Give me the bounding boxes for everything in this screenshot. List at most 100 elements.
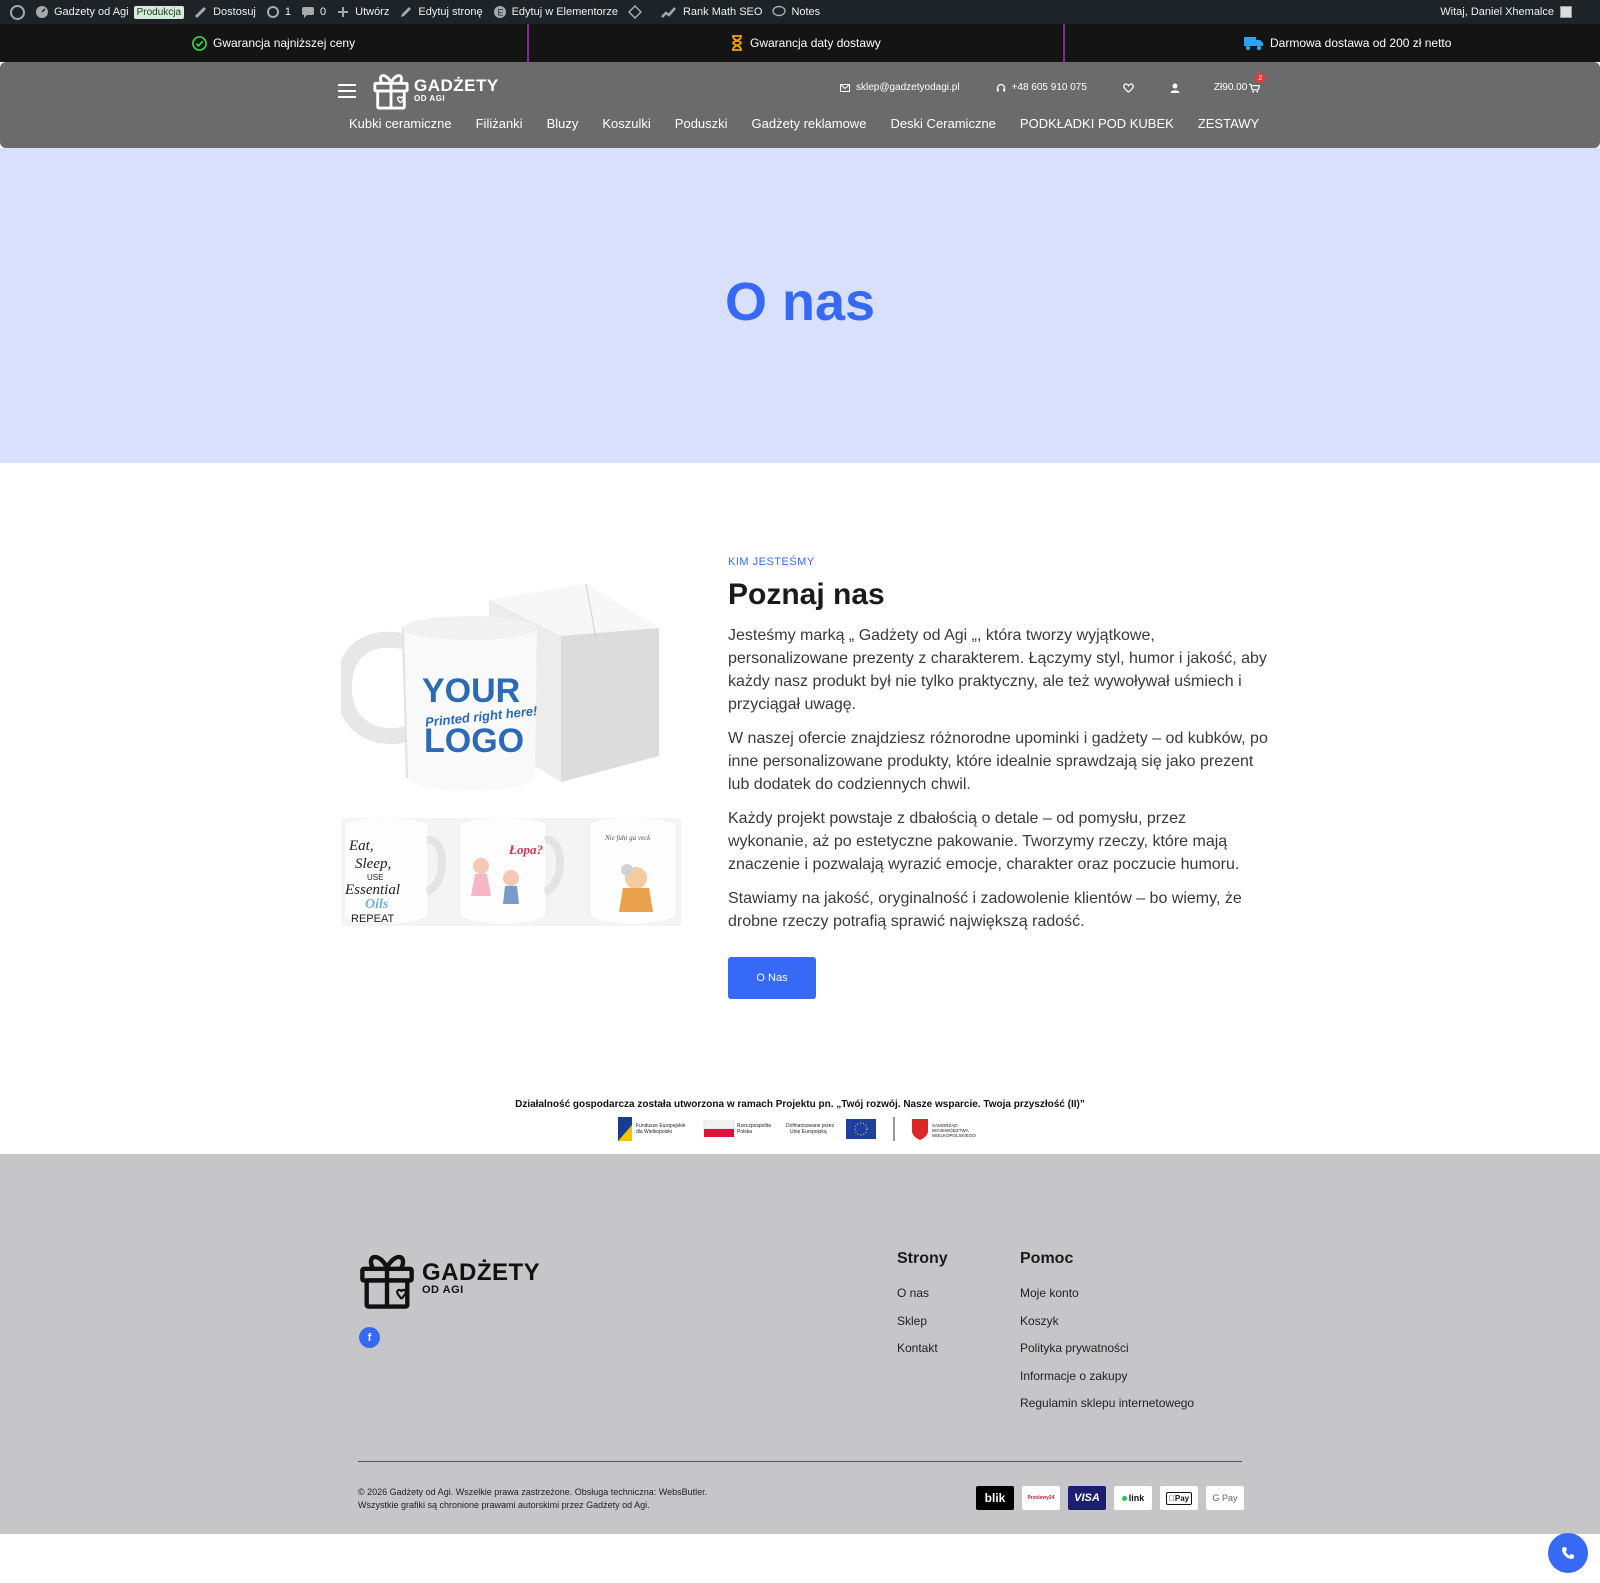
svg-text:Łopa?: Łopa? bbox=[508, 842, 543, 857]
cart-total: Zł90.00 bbox=[1213, 82, 1248, 93]
account-button[interactable] bbox=[1170, 83, 1180, 93]
footer-link-koszyk[interactable]: Koszyk bbox=[1020, 1312, 1194, 1340]
footer-link-regulamin[interactable]: Regulamin sklepu internetowego bbox=[1020, 1394, 1194, 1422]
avatar bbox=[1560, 6, 1572, 18]
updates-link[interactable]: 1 bbox=[261, 0, 296, 24]
footer-logo[interactable]: GADŻETY OD AGI bbox=[358, 1248, 540, 1310]
fundusze-europejskie-logo: Fundusze Europejskie dla Wielkopolski bbox=[618, 1117, 686, 1141]
site-name-link[interactable]: Gadzety od Agi Produkcja bbox=[30, 0, 189, 24]
nav-item-bluzy[interactable]: Bluzy bbox=[547, 116, 579, 131]
site-logo[interactable]: GADŻETY OD AGI bbox=[372, 70, 499, 110]
call-button[interactable] bbox=[1548, 1533, 1588, 1573]
gift-logo-icon bbox=[373, 74, 409, 110]
dashboard-icon bbox=[36, 6, 48, 18]
rank-math-label: Rank Math SEO bbox=[682, 6, 763, 18]
site-name-label: Gadzety od Agi bbox=[54, 6, 129, 18]
rank-math-link[interactable]: Rank Math SEO bbox=[655, 0, 767, 24]
link-icon: link bbox=[1114, 1486, 1152, 1510]
site-footer: GADŻETY OD AGI f Strony O nas Sklep Kont… bbox=[0, 1154, 1600, 1534]
mug-text-your: YOUR bbox=[422, 672, 520, 710]
site-header: GADŻETY OD AGI sklep@gadzetyodagi.pl +48… bbox=[0, 62, 1600, 148]
customize-link[interactable]: Dostosuj bbox=[189, 0, 261, 24]
eu-flag-logo: Dofinansowane przez Unię Europejską bbox=[786, 1119, 876, 1139]
footer-link-kontakt[interactable]: Kontakt bbox=[897, 1339, 948, 1367]
footer-link-polityka[interactable]: Polityka prywatności bbox=[1020, 1339, 1194, 1367]
o-nas-button[interactable]: O Nas bbox=[728, 957, 816, 999]
svg-text:USE: USE bbox=[367, 873, 383, 882]
diamond-menu[interactable] bbox=[623, 0, 647, 24]
apple-pay-label: Pay bbox=[1171, 1493, 1189, 1503]
wp-admin-bar: Gadzety od Agi Produkcja Dostosuj 1 0 Ut… bbox=[0, 0, 1600, 24]
promo-lowest-price: Gwarancja najniższej ceny bbox=[192, 24, 355, 62]
header-phone-link[interactable]: +48 605 910 075 bbox=[996, 82, 1087, 93]
promo-lowest-price-label: Gwarancja najniższej ceny bbox=[213, 36, 356, 50]
svg-text:Unię Europejską: Unię Europejską bbox=[790, 1129, 827, 1135]
footer-link-sklep[interactable]: Sklep bbox=[897, 1312, 948, 1340]
promo-delivery-date-label: Gwarancja daty dostawy bbox=[750, 36, 881, 50]
section-heading: Poznaj nas bbox=[728, 578, 885, 611]
footer-link-o-nas[interactable]: O nas bbox=[897, 1284, 948, 1312]
page-title: O nas bbox=[724, 271, 876, 332]
copyright-line: © 2026 Gadżety od Agi. Wszelkie prawa za… bbox=[358, 1487, 708, 1497]
svg-text:Sleep,: Sleep, bbox=[355, 856, 391, 872]
blik-icon: blik bbox=[976, 1486, 1014, 1510]
rank-math-icon bbox=[661, 7, 676, 18]
footer-logo-wordmark: GADŻETY bbox=[422, 1259, 541, 1286]
logo-subtitle: OD AGI bbox=[414, 93, 446, 103]
svg-text:E: E bbox=[497, 8, 503, 18]
nav-item-gadzety[interactable]: Gadżety reklamowe bbox=[752, 116, 867, 131]
footer-copyright: © 2026 Gadżety od Agi. Wszelkie prawa za… bbox=[358, 1486, 707, 1512]
footer-link-informacje[interactable]: Informacje o zakupy bbox=[1020, 1367, 1194, 1395]
notes-link[interactable]: Notes bbox=[767, 0, 825, 24]
mug-text-logo: LOGO bbox=[424, 722, 524, 760]
svg-text:Nie fuhi ga veck: Nie fuhi ga veck bbox=[604, 834, 651, 842]
wordpress-logo[interactable] bbox=[0, 0, 30, 24]
header-contacts: sklep@gadzetyodagi.pl +48 605 910 075 Zł… bbox=[840, 73, 1266, 93]
nav-item-zestawy[interactable]: ZESTAWY bbox=[1198, 116, 1259, 131]
nav-item-kubki[interactable]: Kubki ceramiczne bbox=[349, 116, 452, 131]
rzeczpospolita-polska-logo: Rzeczpospolita Polska bbox=[703, 1120, 771, 1137]
about-paragraph: W naszej ofercie znajdziesz różnorodne u… bbox=[728, 730, 1268, 793]
eu-funding-note: Działalność gospodarcza została utworzon… bbox=[515, 1099, 1085, 1110]
logo-wordmark: GADŻETY bbox=[414, 75, 499, 95]
facebook-icon[interactable]: f bbox=[359, 1327, 380, 1348]
wishlist-button[interactable] bbox=[1123, 82, 1134, 93]
google-pay-icon: G Pay bbox=[1206, 1486, 1244, 1510]
footer-link-moje-konto[interactable]: Moje konto bbox=[1020, 1284, 1194, 1312]
promo-bar: Gwarancja najniższej ceny Gwarancja daty… bbox=[0, 24, 1600, 62]
apple-pay-icon: Pay bbox=[1160, 1486, 1198, 1510]
gift-logo-icon bbox=[360, 1254, 414, 1309]
edit-elementor-label: Edytuj w Elementorze bbox=[511, 6, 618, 18]
speech-bubble-icon bbox=[772, 5, 787, 17]
cart-icon bbox=[1249, 83, 1261, 93]
about-paragraph: Każdy projekt powstaje z dbałością o det… bbox=[728, 810, 1240, 873]
nav-item-podkladki[interactable]: PODKŁADKI POD KUBEK bbox=[1020, 116, 1174, 131]
footer-column-title: Strony bbox=[897, 1250, 948, 1267]
cart-button[interactable]: Zł90.00 2 bbox=[1213, 73, 1266, 93]
comments-link[interactable]: 0 bbox=[296, 0, 331, 24]
visa-icon: VISA bbox=[1068, 1486, 1106, 1510]
brush-icon bbox=[195, 6, 207, 19]
nav-item-poduszki[interactable]: Poduszki bbox=[675, 116, 728, 131]
menu-toggle-button[interactable] bbox=[338, 84, 356, 98]
svg-text:Eat,: Eat, bbox=[348, 838, 374, 854]
edit-page-link[interactable]: Edytuj stronę bbox=[394, 0, 487, 24]
account-menu[interactable]: Witaj, Daniel Xhemalce bbox=[1440, 0, 1572, 24]
edit-elementor-link[interactable]: E Edytuj w Elementorze bbox=[488, 0, 623, 24]
footer-column-title: Pomoc bbox=[1020, 1250, 1074, 1267]
nav-item-filizanki[interactable]: Filiżanki bbox=[476, 116, 523, 131]
promo-free-shipping-label: Darmowa dostawa od 200 zł netto bbox=[1270, 36, 1452, 50]
elementor-icon: E bbox=[493, 6, 506, 18]
nav-item-koszulki[interactable]: Koszulki bbox=[602, 116, 650, 131]
promo-divider bbox=[527, 24, 529, 62]
about-mugs-image: YOUR Printed right here! LOGO Eat, Sleep… bbox=[341, 583, 681, 926]
environment-badge: Produkcja bbox=[133, 5, 185, 19]
envelope-icon bbox=[840, 83, 850, 92]
header-email-link[interactable]: sklep@gadzetyodagi.pl bbox=[840, 82, 960, 93]
headset-icon bbox=[996, 83, 1005, 91]
heart-icon bbox=[1123, 82, 1134, 93]
eu-funding-logos: Fundusze Europejskie dla Wielkopolski Rz… bbox=[618, 1117, 976, 1141]
nav-item-deski[interactable]: Deski Ceramiczne bbox=[890, 116, 995, 131]
new-content-link[interactable]: Utwórz bbox=[331, 0, 394, 24]
customize-label: Dostosuj bbox=[213, 6, 256, 18]
